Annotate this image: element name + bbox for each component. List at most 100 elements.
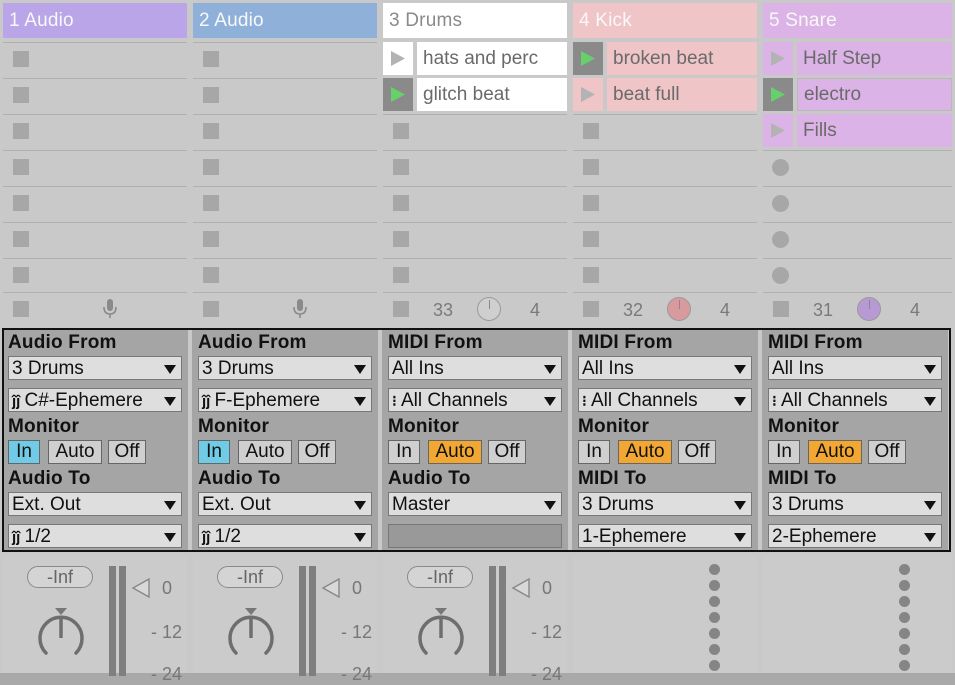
clip-stop-button[interactable]	[203, 159, 219, 175]
track-knob[interactable]	[477, 297, 501, 321]
pan-knob-icon[interactable]	[224, 608, 278, 664]
output-type-dropdown[interactable]: Ext. Out	[198, 492, 372, 516]
volume-readout[interactable]: -Inf	[407, 566, 473, 588]
monitor-in-button[interactable]: In	[578, 440, 610, 464]
clip-slot-empty[interactable]	[763, 258, 952, 292]
clip-stop-button[interactable]	[393, 267, 409, 283]
clip-stop-button[interactable]	[203, 87, 219, 103]
monitor-auto-button[interactable]: Auto	[428, 440, 482, 464]
clip-name[interactable]: Half Step	[797, 42, 952, 75]
clip-launch-button[interactable]	[383, 42, 413, 75]
pan-knob-icon[interactable]	[34, 608, 88, 664]
clip-stop-button[interactable]	[13, 159, 29, 175]
clip-name[interactable]: broken beat	[607, 42, 757, 75]
clip-stop-button[interactable]	[583, 159, 599, 175]
clip-slot-empty[interactable]	[3, 78, 187, 112]
monitor-off-button[interactable]: Off	[868, 440, 906, 464]
input-channel-dropdown[interactable]: ⁝ All Channels	[768, 388, 942, 412]
clip-slot-empty[interactable]	[573, 150, 757, 184]
input-type-dropdown[interactable]: 3 Drums	[198, 356, 372, 380]
clip-name[interactable]: electro	[797, 78, 952, 111]
clip-launch-button[interactable]	[383, 78, 413, 111]
clip-launch-button[interactable]	[763, 42, 793, 75]
clip-name[interactable]: hats and perc	[417, 42, 567, 75]
volume-readout[interactable]: -Inf	[217, 566, 283, 588]
clip-slot[interactable]: beat full	[573, 78, 757, 111]
input-type-dropdown[interactable]: All Ins	[768, 356, 942, 380]
monitor-in-button[interactable]: In	[8, 440, 40, 464]
record-button[interactable]	[772, 159, 789, 176]
clip-stop-button[interactable]	[13, 123, 29, 139]
track-stop-button[interactable]	[13, 301, 29, 317]
microphone-icon[interactable]	[293, 299, 307, 319]
clip-stop-button[interactable]	[203, 195, 219, 211]
clip-stop-button[interactable]	[583, 267, 599, 283]
input-channel-dropdown[interactable]: ⁝ All Channels	[578, 388, 752, 412]
clip-slot-empty[interactable]	[573, 222, 757, 256]
clip-stop-button[interactable]	[13, 87, 29, 103]
clip-slot-empty[interactable]	[193, 222, 377, 256]
clip-slot-empty[interactable]	[383, 114, 567, 148]
volume-readout[interactable]: -Inf	[27, 566, 93, 588]
volume-fader-icon[interactable]	[321, 578, 341, 598]
clip-slot-empty[interactable]	[193, 42, 377, 76]
clip-slot-empty[interactable]	[3, 150, 187, 184]
clip-slot-empty[interactable]	[3, 258, 187, 292]
monitor-auto-button[interactable]: Auto	[808, 440, 862, 464]
clip-slot[interactable]: glitch beat	[383, 78, 567, 111]
clip-slot-empty[interactable]	[3, 42, 187, 76]
output-type-dropdown[interactable]: Master	[388, 492, 562, 516]
track-stop-button[interactable]	[393, 301, 409, 317]
clip-slot-empty[interactable]	[383, 150, 567, 184]
clip-stop-button[interactable]	[13, 195, 29, 211]
output-channel-dropdown[interactable]: ĵĵ 1/2	[198, 524, 372, 548]
clip-slot-empty[interactable]	[383, 222, 567, 256]
clip-slot[interactable]: hats and perc	[383, 42, 567, 75]
track-stop-button[interactable]	[773, 301, 789, 317]
clip-stop-button[interactable]	[203, 123, 219, 139]
record-button[interactable]	[772, 195, 789, 212]
monitor-off-button[interactable]: Off	[298, 440, 336, 464]
clip-stop-button[interactable]	[393, 231, 409, 247]
microphone-icon[interactable]	[103, 299, 117, 319]
clip-stop-button[interactable]	[393, 195, 409, 211]
clip-slot-empty[interactable]	[763, 222, 952, 256]
track-header[interactable]: 3 Drums	[383, 3, 567, 38]
clip-slot-empty[interactable]	[383, 258, 567, 292]
clip-stop-button[interactable]	[203, 267, 219, 283]
clip-slot-empty[interactable]	[193, 258, 377, 292]
track-stop-button[interactable]	[203, 301, 219, 317]
output-channel-dropdown[interactable]: 1-Ephemere	[578, 524, 752, 548]
clip-stop-button[interactable]	[13, 51, 29, 67]
clip-stop-button[interactable]	[203, 51, 219, 67]
clip-slot-empty[interactable]	[383, 186, 567, 220]
record-button[interactable]	[772, 267, 789, 284]
clip-stop-button[interactable]	[13, 231, 29, 247]
output-channel-dropdown[interactable]: 2-Ephemere	[768, 524, 942, 548]
clip-launch-button[interactable]	[573, 42, 603, 75]
clip-slot-empty[interactable]	[193, 78, 377, 112]
input-type-dropdown[interactable]: 3 Drums	[8, 356, 182, 380]
output-type-dropdown[interactable]: Ext. Out	[8, 492, 182, 516]
clip-slot-empty[interactable]	[763, 186, 952, 220]
clip-slot[interactable]: Fills	[763, 114, 952, 147]
output-channel-dropdown[interactable]: ĵĵ 1/2	[8, 524, 182, 548]
track-knob[interactable]	[857, 297, 881, 321]
clip-stop-button[interactable]	[583, 231, 599, 247]
track-header[interactable]: 5 Snare	[763, 3, 952, 38]
clip-slot-empty[interactable]	[573, 258, 757, 292]
monitor-off-button[interactable]: Off	[678, 440, 716, 464]
input-channel-dropdown[interactable]: ĵĵ C#-Ephemere	[8, 388, 182, 412]
volume-fader-icon[interactable]	[131, 578, 151, 598]
monitor-in-button[interactable]: In	[388, 440, 420, 464]
input-type-dropdown[interactable]: All Ins	[388, 356, 562, 380]
clip-stop-button[interactable]	[393, 159, 409, 175]
clip-slot[interactable]: Half Step	[763, 42, 952, 75]
monitor-off-button[interactable]: Off	[488, 440, 526, 464]
clip-slot-empty[interactable]	[3, 222, 187, 256]
clip-slot-empty[interactable]	[193, 186, 377, 220]
output-type-dropdown[interactable]: 3 Drums	[578, 492, 752, 516]
track-stop-button[interactable]	[583, 301, 599, 317]
clip-launch-button[interactable]	[573, 78, 603, 111]
monitor-auto-button[interactable]: Auto	[618, 440, 672, 464]
